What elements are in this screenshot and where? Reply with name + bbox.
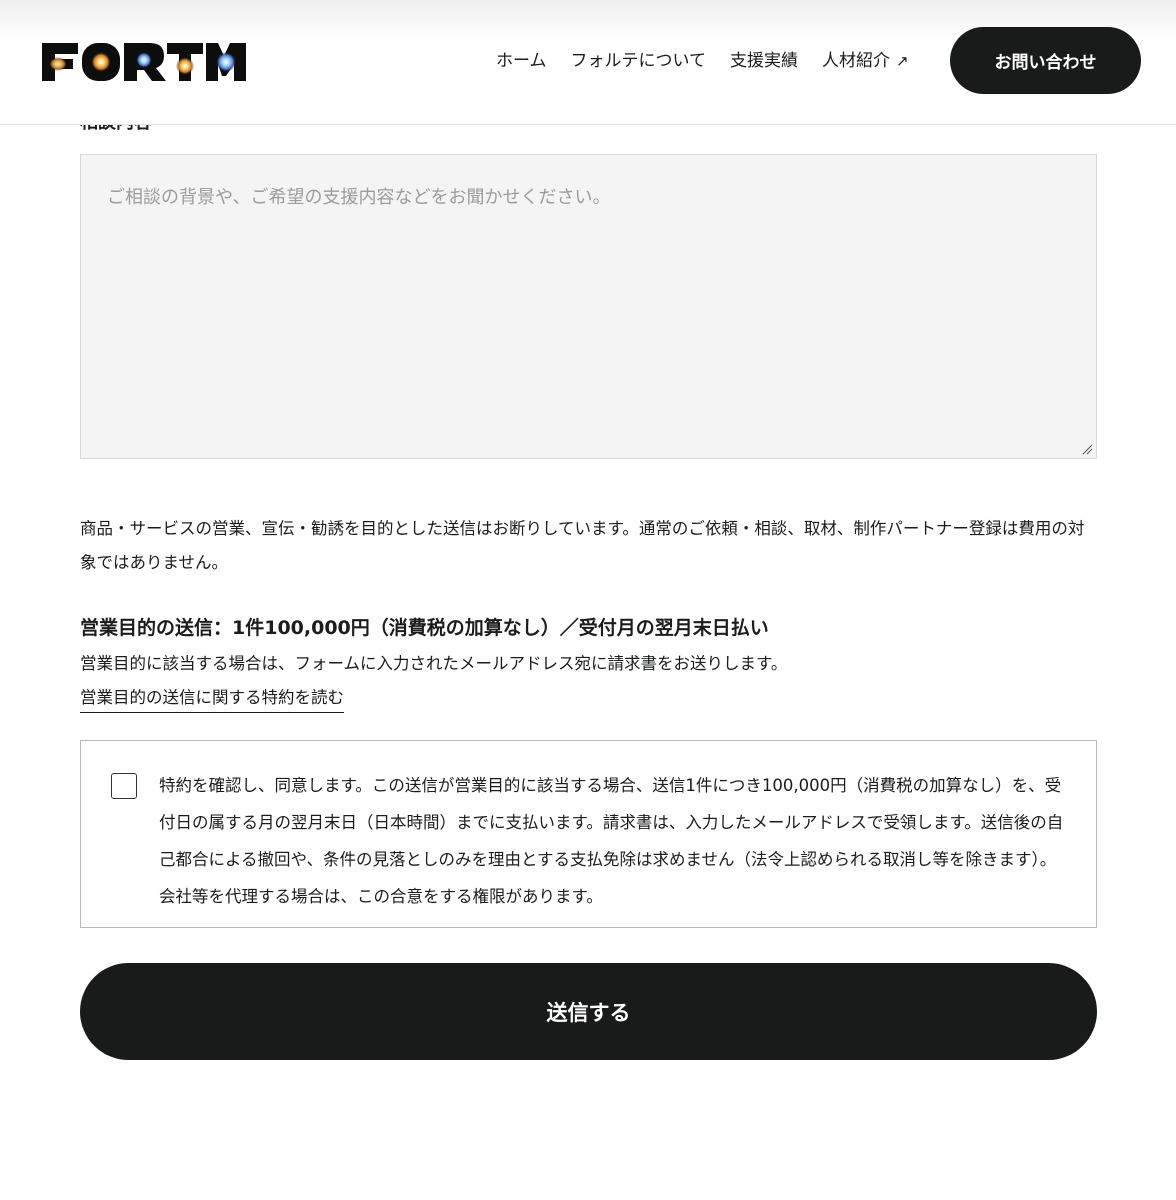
external-arrow-icon: ↗: [896, 52, 909, 70]
resize-handle-icon[interactable]: [1081, 443, 1093, 455]
agreement-text: 特約を確認し、同意します。この送信が営業目的に該当する場合、送信1件につき100…: [159, 776, 1064, 906]
sales-notice-text: 商品・サービスの営業、宣伝・勧誘を目的とした送信はお断りしています。通常のご依頼…: [80, 519, 1085, 572]
consultation-textarea-wrapper: [80, 154, 1097, 459]
contact-button[interactable]: お問い合わせ: [950, 27, 1141, 94]
forte-logo[interactable]: [40, 40, 248, 84]
nav-item-recruiting-label: 人材紹介: [822, 51, 890, 71]
sales-fee-heading: 営業目的の送信：1件100,000円（消費税の加算なし）／受付月の翌月末日払い: [80, 617, 769, 639]
sales-fee-description: 営業目的に該当する場合は、フォームに入力されたメールアドレス宛に請求書をお送りし…: [80, 654, 788, 673]
main-nav: ホーム フォルテについて 支援実績 人材紹介 ↗: [496, 48, 909, 74]
agreement-box: 特約を確認し、同意します。この送信が営業目的に該当する場合、送信1件につき100…: [80, 740, 1097, 928]
nav-item-recruiting[interactable]: 人材紹介 ↗: [822, 48, 909, 74]
site-header: ホーム フォルテについて 支援実績 人材紹介 ↗ お問い合わせ: [0, 0, 1176, 125]
nav-item-about[interactable]: フォルテについて: [571, 48, 707, 74]
nav-item-works[interactable]: 支援実績: [730, 48, 798, 74]
nav-item-home[interactable]: ホーム: [496, 48, 547, 74]
agreement-checkbox[interactable]: [111, 773, 137, 799]
consultation-textarea[interactable]: [80, 154, 1097, 459]
submit-button[interactable]: 送信する: [80, 963, 1097, 1060]
terms-link[interactable]: 営業目的の送信に関する特約を読む: [80, 684, 344, 713]
